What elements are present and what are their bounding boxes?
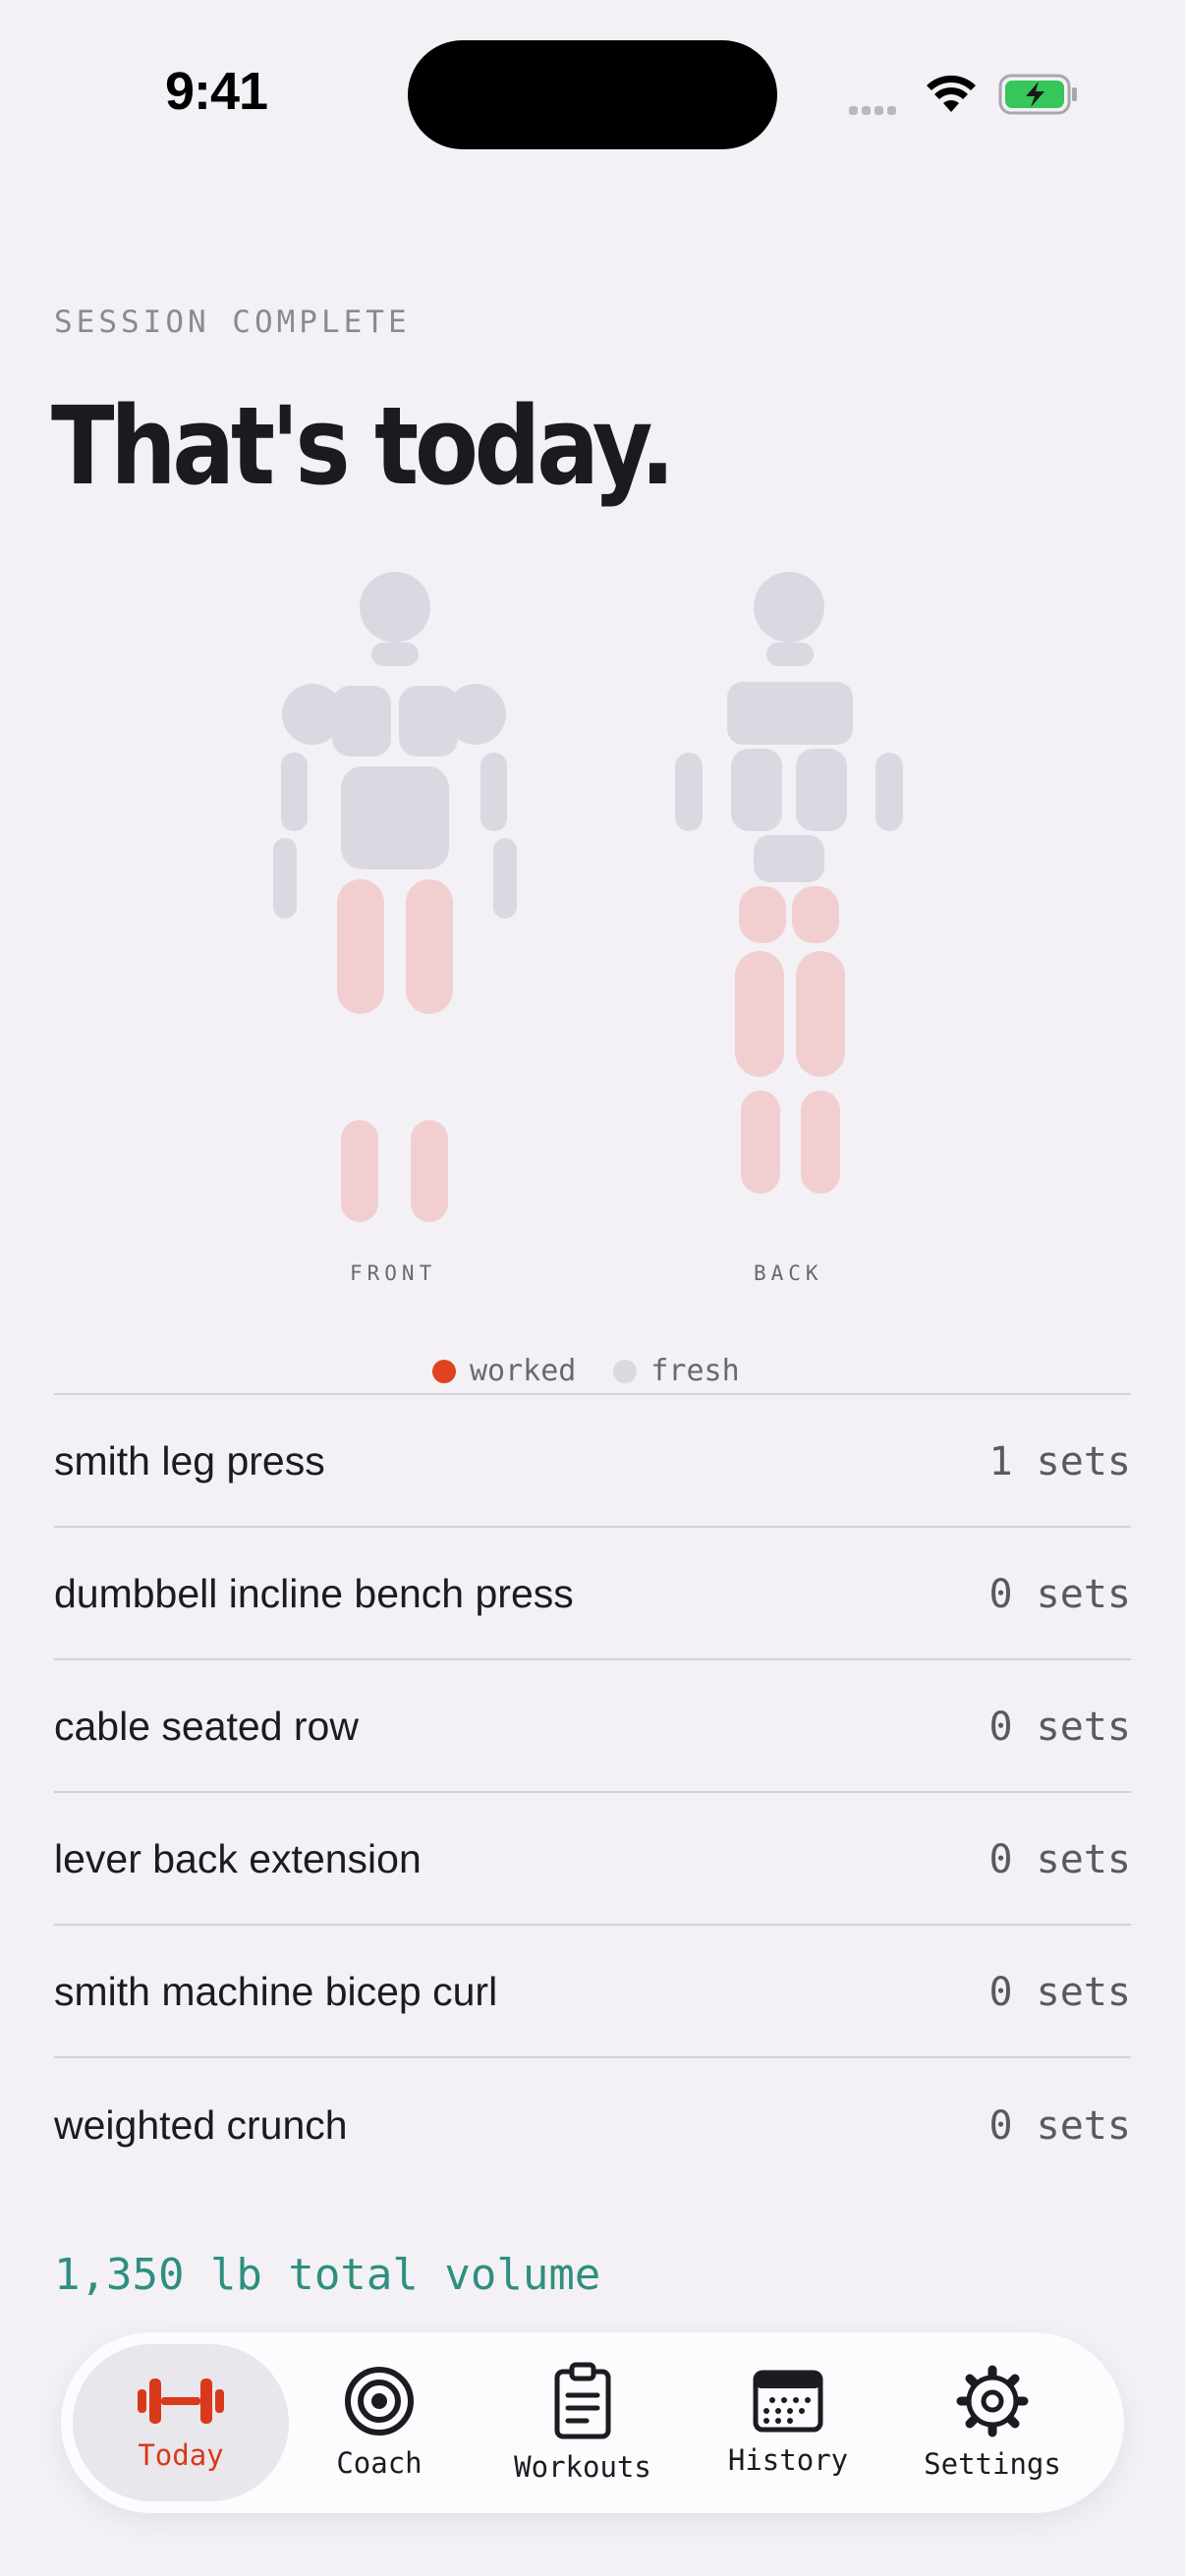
session-status-eyebrow: SESSION COMPLETE [54, 305, 411, 340]
dumbbell-icon [138, 2379, 224, 2424]
tab-settings[interactable]: Settings [894, 2344, 1091, 2501]
gear-icon [956, 2365, 1029, 2437]
muscle-legend: worked fresh [432, 1354, 777, 1388]
target-icon [345, 2367, 414, 2436]
front-figure [273, 572, 517, 1222]
tab-bar: Today Coach Workouts History Settings [61, 2332, 1124, 2513]
tab-workouts[interactable]: Workouts [484, 2344, 681, 2501]
exercise-list: smith leg press 1 sets dumbbell incline … [54, 1393, 1131, 2191]
legend-worked: worked [432, 1354, 576, 1388]
legend-worked-label: worked [470, 1354, 577, 1388]
back-left-tricep [675, 753, 703, 831]
exercise-sets: 0 sets [988, 2102, 1132, 2149]
tab-today-label: Today [138, 2438, 224, 2472]
front-right-forearm [493, 838, 517, 919]
tab-history[interactable]: History [690, 2344, 886, 2501]
front-left-shin [341, 1120, 378, 1222]
exercise-name: weighted crunch [54, 2102, 348, 2148]
exercise-name: dumbbell incline bench press [54, 1571, 574, 1616]
exercise-name: smith machine bicep curl [54, 1969, 498, 2014]
total-volume: 1,350 lb total volume [54, 2250, 601, 2300]
muscle-body-map [273, 572, 903, 1222]
back-left-calf [741, 1091, 780, 1194]
battery-charging-icon [998, 73, 1079, 121]
wifi-icon [926, 75, 977, 119]
worked-dot-icon [432, 1359, 456, 1383]
exercise-sets: 0 sets [988, 1836, 1132, 1882]
back-right-hamstring [796, 951, 845, 1077]
back-traps [727, 682, 853, 745]
exercise-name: lever back extension [54, 1836, 422, 1881]
tab-settings-label: Settings [924, 2447, 1061, 2481]
exercise-sets: 0 sets [988, 1969, 1132, 2015]
tab-coach[interactable]: Coach [281, 2344, 478, 2501]
status-time: 9:41 [165, 62, 268, 121]
fresh-dot-icon [613, 1359, 638, 1383]
back-left-lat [731, 749, 782, 831]
exercise-sets: 1 sets [988, 1438, 1132, 1484]
legend-fresh-label: fresh [650, 1354, 740, 1388]
front-left-bicep [281, 753, 308, 831]
front-neck [371, 643, 419, 666]
exercise-sets: 0 sets [988, 1704, 1132, 1750]
tab-coach-label: Coach [336, 2446, 423, 2480]
front-left-chest [332, 686, 391, 756]
back-right-lat [796, 749, 847, 831]
front-left-quad [337, 879, 384, 1014]
back-right-glute [792, 886, 839, 943]
tab-today[interactable]: Today [73, 2344, 289, 2501]
dynamic-island [408, 40, 777, 149]
exercise-row[interactable]: dumbbell incline bench press 0 sets [54, 1528, 1131, 1660]
exercise-row[interactable]: lever back extension 0 sets [54, 1793, 1131, 1926]
legend-fresh: fresh [613, 1354, 740, 1388]
exercise-row[interactable]: cable seated row 0 sets [54, 1660, 1131, 1793]
front-abs [341, 766, 449, 869]
back-right-tricep [875, 753, 903, 831]
clipboard-icon [554, 2362, 611, 2439]
front-head [360, 572, 430, 643]
back-lower-back [754, 835, 824, 882]
front-left-forearm [273, 838, 297, 919]
front-right-chest [399, 686, 458, 756]
exercise-sets: 0 sets [988, 1571, 1132, 1617]
back-right-calf [801, 1091, 840, 1194]
front-view-label: FRONT [350, 1261, 437, 1285]
tab-history-label: History [727, 2443, 849, 2477]
exercise-row[interactable]: weighted crunch 0 sets [54, 2058, 1131, 2191]
back-neck [766, 643, 814, 666]
tab-workouts-label: Workouts [514, 2450, 651, 2484]
calendar-icon [753, 2370, 823, 2433]
exercise-name: smith leg press [54, 1438, 325, 1484]
back-view-label: BACK [754, 1261, 823, 1285]
exercise-row[interactable]: smith leg press 1 sets [54, 1395, 1131, 1528]
exercise-row[interactable]: smith machine bicep curl 0 sets [54, 1926, 1131, 2058]
back-figure [675, 572, 903, 1194]
front-right-shin [411, 1120, 448, 1222]
exercise-name: cable seated row [54, 1704, 359, 1749]
front-right-bicep [480, 753, 507, 831]
back-left-glute [739, 886, 786, 943]
front-right-quad [406, 879, 453, 1014]
back-head [754, 572, 824, 643]
cellular-signal-icon [849, 102, 900, 120]
page-title: That's today. [51, 383, 675, 509]
back-left-hamstring [735, 951, 784, 1077]
